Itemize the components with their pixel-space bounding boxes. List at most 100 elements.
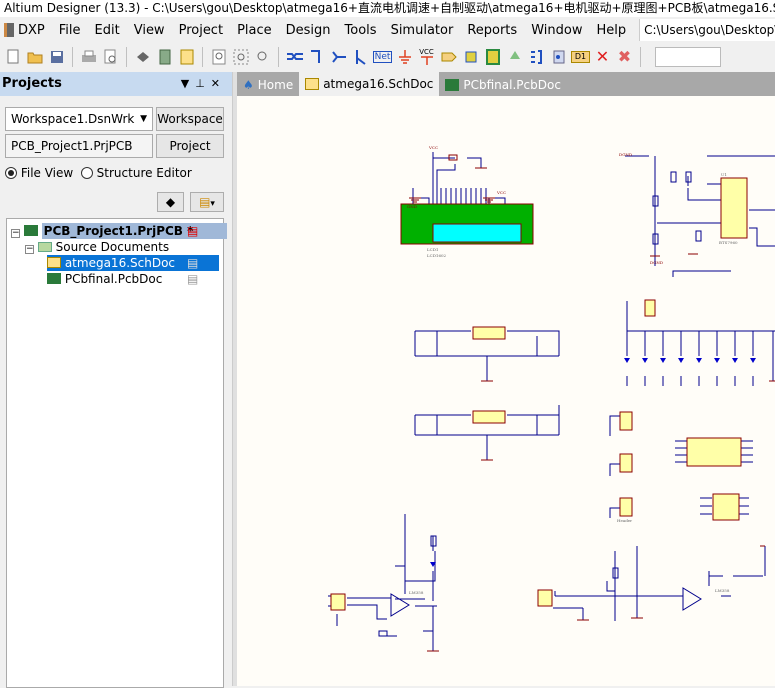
tab-pcbfinal-pcbdoc[interactable]: PCbfinal.PcbDoc (439, 74, 567, 96)
projects-panel-header: Projects ▼⊥✕ (0, 72, 232, 96)
wires (328, 152, 775, 651)
delete-icon[interactable]: ✕ (593, 47, 612, 66)
compile-icon: ◆ (165, 195, 176, 209)
menu-simulator[interactable]: Simulator (384, 23, 461, 38)
net-label-tool-icon[interactable] (351, 47, 370, 66)
home-icon: ♠ (243, 78, 254, 92)
project-tree: − PCB_Project1.PrjPCB * ▤ − Source Docum… (6, 218, 228, 688)
print-preview-icon[interactable] (101, 47, 120, 66)
menu-window[interactable]: Window (524, 23, 589, 38)
tree-item-pcb[interactable]: PCbfinal.PcbDoc ▤ (47, 271, 198, 287)
bus-entry-icon[interactable] (329, 47, 348, 66)
project-button[interactable]: Project (156, 134, 224, 158)
pin-icon[interactable]: ⊥ (195, 77, 211, 90)
opamp-2[interactable] (682, 587, 702, 611)
header-component[interactable] (619, 453, 633, 473)
menu-view[interactable]: View (127, 23, 172, 38)
radio-selected-icon (5, 167, 17, 179)
vcc-label: VCC (496, 190, 506, 195)
no-erc-icon[interactable]: ✖ (615, 47, 634, 66)
window-title: Altium Designer (13.3) - C:\Users\gou\De… (0, 0, 775, 17)
ic-component[interactable] (686, 437, 742, 467)
pcb-doc-icon (47, 273, 61, 284)
menu-dxp[interactable]: DXP (0, 23, 52, 38)
collapse-icon[interactable]: − (11, 229, 20, 238)
menu-help[interactable]: Help (589, 23, 633, 38)
sheet-symbol-icon[interactable] (483, 47, 502, 66)
file-view-label: File View (20, 166, 74, 180)
workspace-combo-value: Workspace1.DsnWrk (11, 112, 135, 126)
opamp-label: LM358 (409, 590, 424, 595)
collapse-icon[interactable]: − (25, 245, 34, 254)
tab-home[interactable]: ♠ Home (237, 74, 299, 96)
file-view-radio[interactable]: File View (5, 166, 73, 180)
dgnd-label: DGND (619, 152, 632, 157)
menu-reports[interactable]: Reports (460, 23, 524, 38)
header-component[interactable] (619, 497, 633, 517)
header-component[interactable] (644, 299, 656, 317)
header-component[interactable] (537, 589, 553, 607)
vcc-icon[interactable]: VCC (417, 47, 436, 66)
zoom-area-icon[interactable] (231, 47, 250, 66)
workspace-combo[interactable]: Workspace1.DsnWrk ▼ (5, 107, 153, 131)
document-tabs: ♠ Home atmega16.SchDoc PCbfinal.PcbDoc (237, 72, 775, 96)
opamp-label: LM358 (715, 588, 730, 593)
toolbar-separator (640, 46, 641, 67)
ic-component[interactable] (712, 493, 740, 521)
zoom-select-icon[interactable] (253, 47, 272, 66)
tree-item-schematic[interactable]: atmega16.SchDoc ▤ (47, 255, 219, 271)
opamp-1[interactable] (390, 593, 410, 617)
schematic-doc-icon (305, 78, 320, 90)
regulator-2[interactable] (472, 410, 506, 424)
pcb-project-icon (23, 225, 38, 236)
port-icon[interactable] (439, 47, 458, 66)
tree-item-project[interactable]: − PCB_Project1.PrjPCB * ▤ (11, 223, 228, 239)
document-path-field[interactable]: C:\Users\gou\Desktop\atmega16.SchDoc (639, 19, 775, 41)
menu-design[interactable]: Design (279, 23, 338, 38)
compile-button[interactable]: ◆ (157, 192, 184, 212)
regulator-1[interactable] (472, 326, 506, 340)
workspace-button[interactable]: Workspace (156, 107, 224, 131)
panel-menu-icon[interactable]: ▼ (181, 77, 195, 90)
header-component[interactable] (330, 593, 346, 611)
wire-icon[interactable] (307, 47, 326, 66)
menu-place[interactable]: Place (230, 23, 279, 38)
directive-icon[interactable]: D1 (571, 50, 590, 63)
sheet-icon[interactable] (177, 47, 196, 66)
gnd-icon[interactable] (395, 47, 414, 66)
pcb-icon[interactable] (155, 47, 174, 66)
zoom-icon[interactable] (209, 47, 228, 66)
component-icon[interactable] (133, 47, 152, 66)
sheet-entry-icon[interactable] (505, 47, 524, 66)
driver-ic[interactable] (720, 177, 748, 239)
open-icon[interactable] (25, 47, 44, 66)
project-options-button[interactable]: ▤▾ (190, 192, 224, 212)
tab-atmega16-schdoc[interactable]: atmega16.SchDoc (299, 72, 440, 96)
menu-edit[interactable]: Edit (88, 23, 127, 38)
part-icon[interactable] (461, 47, 480, 66)
header-component[interactable] (619, 411, 633, 431)
device-sheet-icon[interactable] (549, 47, 568, 66)
driver-part-name: BTS7960 (719, 240, 738, 245)
close-panel-icon[interactable]: ✕ (211, 77, 226, 90)
menu-tools[interactable]: Tools (338, 23, 384, 38)
new-icon[interactable] (3, 47, 22, 66)
structure-editor-radio[interactable]: Structure Editor (80, 166, 192, 180)
toolbar-dropdown[interactable] (655, 46, 721, 67)
menu-project[interactable]: Project (172, 23, 230, 38)
header-label: Header (617, 518, 632, 523)
menu-file[interactable]: File (52, 23, 88, 38)
save-icon[interactable] (47, 47, 66, 66)
harness-icon[interactable] (527, 47, 546, 66)
print-icon[interactable] (79, 47, 98, 66)
net-label-icon[interactable]: Net (373, 50, 392, 63)
bus-icon[interactable] (285, 47, 304, 66)
radio-unselected-icon (80, 167, 93, 179)
chevron-down-icon[interactable]: ▼ (140, 108, 147, 130)
tree-label-project: PCB_Project1.PrjPCB * (41, 223, 228, 239)
tree-item-source-documents[interactable]: − Source Documents (25, 239, 169, 255)
project-field[interactable]: PCB_Project1.PrjPCB (5, 134, 153, 158)
toolbar-separator (72, 46, 73, 67)
lcd-part-name: LCD1602 (427, 253, 447, 258)
schematic-canvas[interactable]: LCD1 LCD1602 VCC VCC BTS7960 U1 LM358 LM… (237, 96, 775, 686)
